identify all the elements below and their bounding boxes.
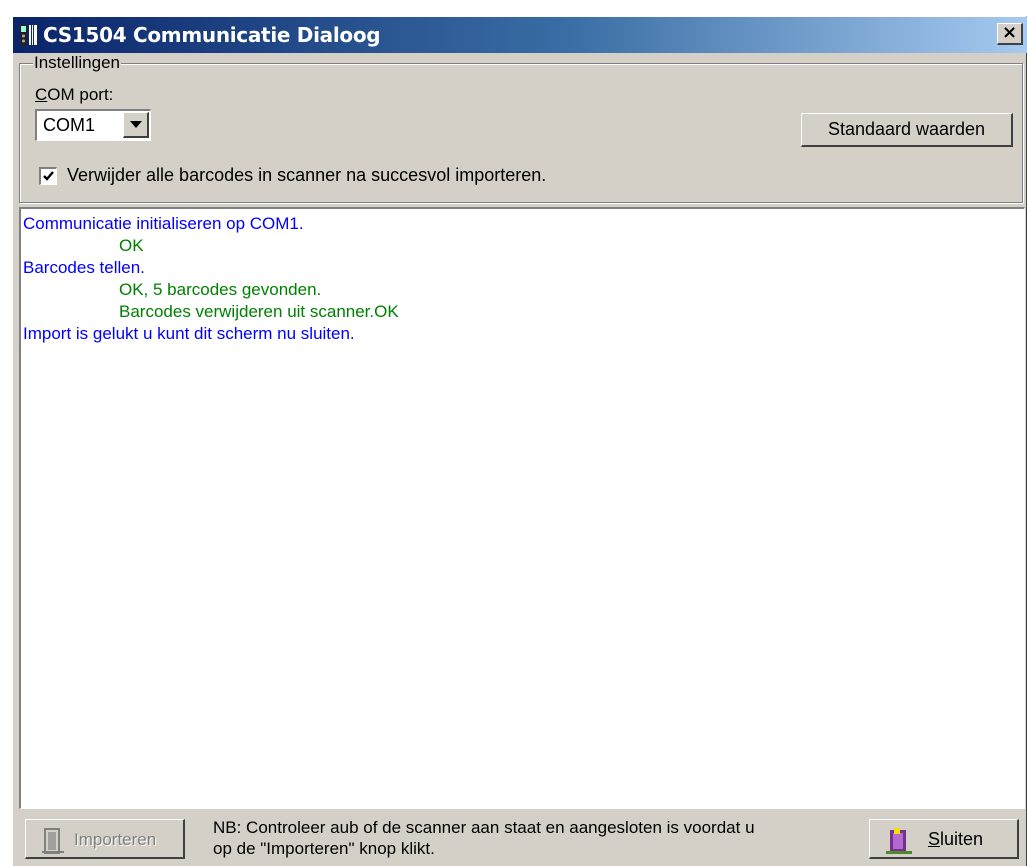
com-port-select[interactable]: COM1 [35, 109, 151, 141]
title-close-button[interactable]: × [997, 23, 1023, 45]
settings-group-label: Instellingen [33, 53, 122, 73]
com-port-value: COM1 [43, 115, 96, 135]
door-icon [42, 828, 64, 854]
log-line: Barcodes tellen. [23, 258, 145, 277]
com-port-label: COM port: [35, 85, 113, 105]
close-icon: × [1001, 22, 1018, 43]
chevron-down-icon [130, 121, 142, 128]
close-button[interactable]: Sluiten [869, 819, 1019, 859]
close-button-label: Sluiten [928, 829, 983, 850]
log-line: Communicatie initialiseren op COM1. [23, 214, 304, 233]
exit-door-icon [886, 828, 912, 854]
checkmark-icon [43, 171, 54, 181]
import-button[interactable]: Importeren [25, 819, 185, 859]
delete-barcodes-label[interactable]: Verwijder alle barcodes in scanner na su… [67, 165, 546, 186]
scanner-app-icon [20, 24, 37, 46]
note-line-2: op de "Importeren" knop klikt. [213, 839, 435, 858]
log-output[interactable]: Communicatie initialiseren op COM1. OK Bar… [19, 207, 1025, 809]
com-port-label-text: OM port: [47, 85, 114, 104]
note-line-1: NB: Controleer aub of de scanner aan sta… [213, 818, 755, 837]
close-button-label-text: luiten [940, 829, 984, 849]
delete-barcodes-checkbox[interactable] [39, 167, 57, 185]
import-button-label: Importeren [74, 830, 157, 849]
com-port-label-mnemonic: C [35, 85, 48, 104]
log-line: Import is gelukt u kunt dit scherm nu sl… [23, 324, 355, 343]
window-title: CS1504 Communicatie Dialoog [43, 23, 381, 47]
close-button-mnemonic: S [928, 829, 941, 849]
dialog-window: CS1504 Communicatie Dialoog × Instelling… [12, 16, 1027, 866]
com-port-dropdown-button[interactable] [123, 112, 149, 138]
instruction-note: NB: Controleer aub of de scanner aan sta… [213, 817, 863, 859]
default-values-button[interactable]: Standaard waarden [801, 113, 1013, 147]
log-line: Barcodes verwijderen uit scanner.OK [119, 302, 399, 321]
title-bar[interactable]: CS1504 Communicatie Dialoog × [13, 17, 1027, 53]
log-line: OK [119, 236, 144, 255]
log-line: OK, 5 barcodes gevonden. [119, 280, 322, 299]
